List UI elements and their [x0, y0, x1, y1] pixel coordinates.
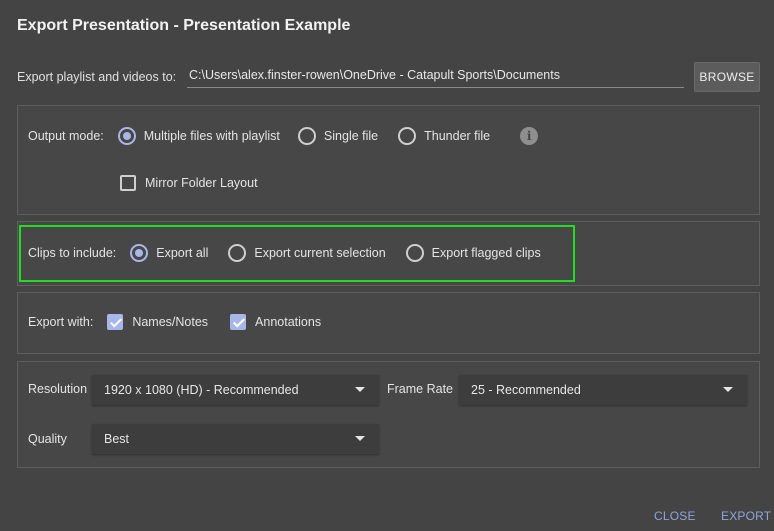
- frame-rate-value: 25 - Recommended: [471, 383, 581, 397]
- export-path-input[interactable]: [187, 62, 684, 88]
- output-mode-single-option[interactable]: Single file: [297, 127, 379, 145]
- output-mode-multiple-option[interactable]: Multiple files with playlist: [117, 127, 280, 145]
- quality-label: Quality: [28, 432, 67, 446]
- clips-flagged-label: Export flagged clips: [431, 246, 541, 260]
- dialog-title: Export Presentation - Presentation Examp…: [17, 17, 351, 34]
- mirror-folder-row: Mirror Folder Layout: [120, 175, 258, 191]
- output-mode-thunder-label: Thunder file: [424, 129, 491, 143]
- export-with-label: Export with:: [28, 315, 94, 329]
- clips-row: Clips to include: Export all Export curr…: [28, 244, 541, 262]
- names-notes-option[interactable]: Names/Notes: [107, 314, 208, 330]
- output-mode-row: Output mode: Multiple files with playlis…: [28, 127, 539, 145]
- annotations-checkbox[interactable]: [230, 314, 247, 330]
- names-notes-checkbox[interactable]: [107, 314, 124, 330]
- clips-current-selection-label: Export current selection: [254, 246, 386, 260]
- output-mode-panel: [17, 105, 760, 215]
- clips-flagged-option[interactable]: Export flagged clips: [405, 244, 541, 262]
- export-with-row: Export with: Names/Notes Annotations: [28, 314, 321, 330]
- export-path-label: Export playlist and videos to:: [17, 70, 177, 84]
- quality-value: Best: [104, 432, 130, 446]
- frame-rate-select[interactable]: 25 - Recommended: [459, 375, 747, 405]
- resolution-label: Resolution: [28, 382, 88, 396]
- output-mode-thunder-radio[interactable]: [398, 127, 417, 145]
- mirror-folder-checkbox[interactable]: [120, 175, 136, 191]
- clips-export-all-radio[interactable]: [130, 244, 149, 262]
- output-mode-single-radio[interactable]: [297, 127, 316, 145]
- names-notes-label: Names/Notes: [132, 315, 209, 329]
- annotations-label: Annotations: [255, 315, 322, 329]
- export-button[interactable]: EXPORT: [721, 509, 771, 523]
- close-button[interactable]: CLOSE: [654, 509, 696, 523]
- mirror-folder-label: Mirror Folder Layout: [145, 176, 258, 190]
- output-mode-label: Output mode:: [28, 129, 104, 143]
- chevron-down-icon: [355, 387, 365, 392]
- output-mode-thunder-option[interactable]: Thunder file: [398, 127, 490, 145]
- resolution-select[interactable]: 1920 x 1080 (HD) - Recommended: [92, 375, 379, 405]
- chevron-down-icon: [355, 436, 365, 441]
- clips-current-selection-option[interactable]: Export current selection: [228, 244, 386, 262]
- output-mode-multiple-radio[interactable]: [117, 127, 136, 145]
- annotations-option[interactable]: Annotations: [230, 314, 321, 330]
- quality-select[interactable]: Best: [92, 424, 379, 454]
- mirror-folder-option[interactable]: Mirror Folder Layout: [120, 175, 258, 191]
- frame-rate-label: Frame Rate: [387, 382, 453, 396]
- clips-current-selection-radio[interactable]: [228, 244, 247, 262]
- output-mode-single-label: Single file: [323, 129, 379, 143]
- output-mode-multiple-label: Multiple files with playlist: [143, 129, 280, 143]
- clips-export-all-option[interactable]: Export all: [130, 244, 208, 262]
- clips-export-all-label: Export all: [156, 246, 209, 260]
- chevron-down-icon: [723, 387, 733, 392]
- clips-flagged-radio[interactable]: [405, 244, 424, 262]
- clips-label: Clips to include:: [28, 246, 117, 260]
- resolution-value: 1920 x 1080 (HD) - Recommended: [104, 383, 299, 397]
- browse-button[interactable]: BROWSE: [694, 62, 760, 92]
- info-icon[interactable]: i: [520, 127, 539, 145]
